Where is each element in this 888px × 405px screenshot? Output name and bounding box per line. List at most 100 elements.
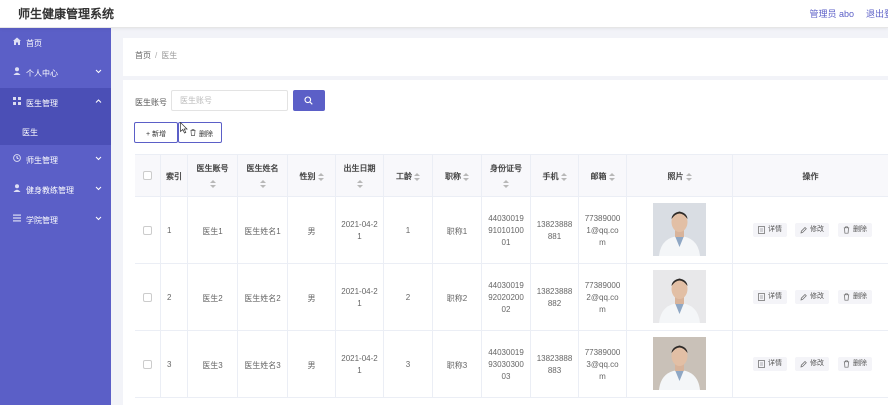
edit-button[interactable]: 修改 (795, 223, 829, 237)
sort-icon[interactable] (317, 172, 324, 181)
sort-icon[interactable] (414, 172, 420, 181)
sort-icon[interactable] (503, 179, 509, 188)
dob-cell-line: 1 (357, 299, 362, 308)
breadcrumb-bar: 首页 / 医生 (123, 38, 888, 76)
column-header-index[interactable]: 索引 (161, 155, 188, 197)
edit-button[interactable]: 修改 (795, 290, 829, 304)
search-button[interactable] (293, 90, 325, 111)
title-cell: 职称2 (433, 264, 482, 331)
dob-cell: 2021-04-2 1 (336, 197, 384, 264)
index-cell: 3 (161, 331, 188, 398)
column-header-actions: 操作 (733, 155, 888, 197)
column-header-gender[interactable]: 性别 (288, 155, 336, 197)
column-header-name[interactable]: 医生姓名 (238, 155, 288, 197)
sidebar-item-doctor-management[interactable]: 医生管理 (0, 88, 111, 118)
list-icon (13, 214, 21, 222)
doctor-photo[interactable] (653, 270, 706, 323)
row-checkbox[interactable] (143, 360, 152, 369)
grid-icon (13, 97, 21, 105)
dob-cell: 2021-04-2 1 (336, 264, 384, 331)
column-header-phone[interactable]: 手机 (531, 155, 579, 197)
select-all-checkbox[interactable] (143, 171, 152, 180)
actions-cell: 详情 修改 删除 (733, 197, 888, 264)
sidebar-subitem-doctor[interactable]: 医生 (0, 117, 111, 145)
sidebar-item-teacher-student-management[interactable]: 师生管理 (0, 145, 111, 175)
column-header-photo[interactable]: 照片 (627, 155, 733, 197)
doctor-portrait-icon (653, 203, 706, 256)
column-header-label: 身份证号 (490, 164, 522, 173)
name-cell: 医生姓名1 (238, 197, 288, 264)
doctor-portrait-icon (653, 337, 706, 390)
title-cell: 职称3 (433, 331, 482, 398)
years-cell: 3 (384, 331, 433, 398)
index-cell: 2 (161, 264, 188, 331)
column-header-id-number[interactable]: 身份证号 (482, 155, 531, 197)
sidebar-item-college-management[interactable]: 学院管理 (0, 205, 111, 235)
breadcrumb-home[interactable]: 首页 (135, 51, 151, 60)
logout-link[interactable]: 退出登 (866, 7, 888, 20)
email-cell-line: 77389000 (584, 281, 621, 290)
sidebar-item-profile[interactable]: 个人中心 (0, 58, 111, 88)
column-header-title[interactable]: 职称 (433, 155, 482, 197)
sort-icon[interactable] (560, 172, 567, 181)
sidebar-item-label: 健身教练管理 (26, 186, 74, 195)
doctor-photo[interactable] (653, 203, 706, 256)
column-header-label: 索引 (166, 172, 182, 181)
row-delete-button[interactable]: 删除 (838, 357, 872, 371)
search-input[interactable]: 医生账号 (171, 90, 288, 111)
row-select-cell (135, 331, 161, 398)
sort-icon[interactable] (685, 172, 692, 181)
index-cell-value: 2 (167, 293, 172, 302)
main-content: 医生账号 医生账号 + 新增 删除 索引 医生账号 医生姓名 性别 出生日期 工… (123, 80, 888, 405)
detail-button-label: 详情 (768, 226, 782, 233)
row-delete-button-label: 删除 (853, 360, 867, 367)
detail-button-label: 详情 (768, 293, 782, 300)
sidebar-item-label: 首页 (26, 39, 42, 48)
detail-button[interactable]: 详情 (753, 290, 787, 304)
email-cell-line: 77389000 (584, 348, 621, 357)
column-header-years[interactable]: 工龄 (384, 155, 433, 197)
dob-cell-line: 1 (357, 232, 362, 241)
sidebar-item-coach-management[interactable]: 健身教练管理 (0, 175, 111, 205)
email-cell-line: 1@qq.co (586, 226, 619, 235)
email-cell-line: 2@qq.co (586, 293, 619, 302)
detail-button[interactable]: 详情 (753, 223, 787, 237)
sort-icon[interactable] (608, 172, 615, 181)
phone-cell-line: 13823888 (536, 287, 573, 296)
years-cell: 1 (384, 197, 433, 264)
dob-cell: 2021-04-2 1 (336, 331, 384, 398)
id-number-cell-line: 01 (501, 238, 511, 247)
column-header-account[interactable]: 医生账号 (188, 155, 238, 197)
detail-button[interactable]: 详情 (753, 357, 787, 371)
select-all-column (135, 155, 161, 197)
breadcrumb-current: 医生 (161, 51, 178, 60)
row-delete-button[interactable]: 删除 (838, 290, 872, 304)
sort-icon[interactable] (259, 179, 266, 188)
id-number-cell: 44030019 91010100 01 (482, 197, 531, 264)
phone-cell-line: 13823888 (536, 220, 573, 229)
column-header-dob[interactable]: 出生日期 (336, 155, 384, 197)
doctor-photo[interactable] (653, 337, 706, 390)
edit-icon (800, 294, 807, 301)
sidebar-item-home[interactable]: 首页 (0, 28, 111, 58)
column-header-label: 工龄 (396, 172, 412, 181)
row-delete-button[interactable]: 删除 (838, 223, 872, 237)
title-cell-value: 职称1 (446, 227, 468, 236)
add-button[interactable]: + 新增 (134, 122, 178, 143)
email-cell-line: m (599, 372, 606, 381)
top-header: 师生健康管理系统 管理员 abo 退出登 (0, 0, 888, 28)
sidebar-item-label: 学院管理 (26, 216, 58, 225)
user-icon (13, 67, 21, 75)
sort-icon[interactable] (463, 172, 469, 181)
current-user[interactable]: 管理员 abo (809, 7, 854, 20)
title-cell-value: 职称3 (446, 361, 468, 370)
column-header-label: 操作 (802, 172, 819, 181)
edit-button[interactable]: 修改 (795, 357, 829, 371)
sort-icon[interactable] (209, 179, 216, 188)
row-checkbox[interactable] (143, 293, 152, 302)
dob-cell-line: 2021-04-2 (341, 287, 378, 296)
column-header-email[interactable]: 邮箱 (579, 155, 627, 197)
sort-icon[interactable] (356, 179, 363, 188)
row-checkbox[interactable] (143, 226, 152, 235)
id-number-cell-line: 02 (501, 305, 511, 314)
